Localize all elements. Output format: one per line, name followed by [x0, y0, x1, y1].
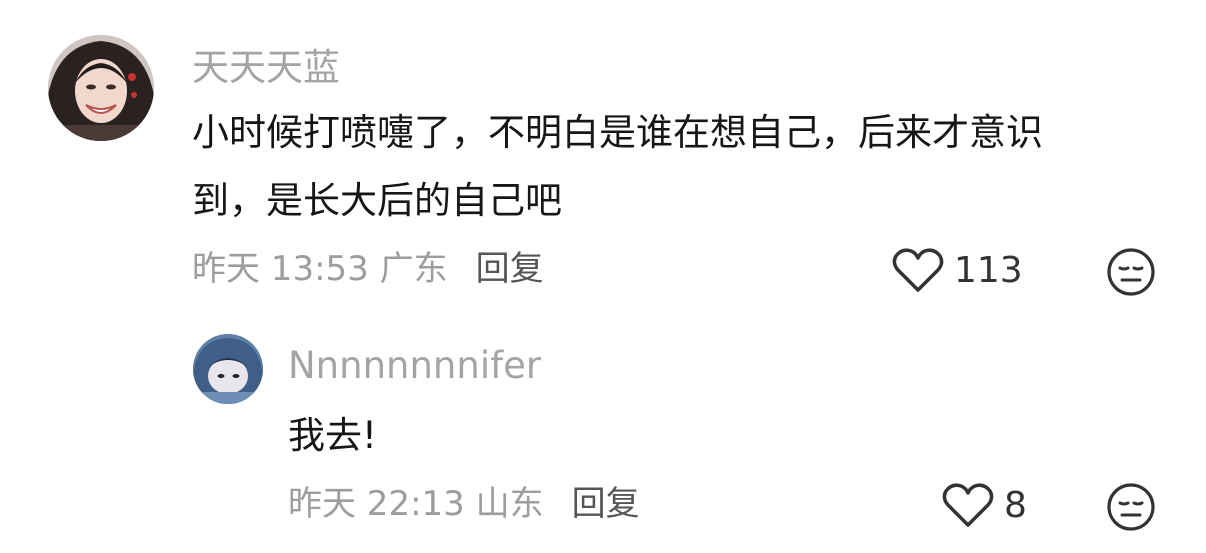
neutral-face-icon — [1107, 248, 1155, 296]
reply-button[interactable]: 回复 — [572, 484, 640, 524]
avatar-photo-icon — [193, 334, 263, 404]
comment-text-line-2: 到，是长大后的自己吧 — [192, 179, 562, 222]
like-count: 8 — [1004, 484, 1027, 526]
reply-text: 我去! — [288, 414, 377, 457]
like-button[interactable]: 8 — [942, 481, 1027, 529]
avatar-photo-icon — [48, 35, 154, 141]
comment-timestamp-location: 昨天 13:53 广东 — [192, 249, 448, 289]
dislike-button[interactable] — [1106, 247, 1156, 297]
reply-username[interactable]: Nnnnnnnnifer — [288, 344, 541, 388]
reply-meta: 昨天 22:13 山东 回复 — [288, 483, 640, 525]
comment-username[interactable]: 天天天蓝 — [192, 46, 340, 90]
comment-meta: 昨天 13:53 广东 回复 — [192, 248, 544, 290]
like-count: 113 — [954, 249, 1023, 291]
heart-outline-icon — [892, 248, 944, 292]
comment-text-line-1: 小时候打喷嚏了，不明白是谁在想自己，后来才意识 — [192, 111, 1043, 154]
dislike-button[interactable] — [1106, 482, 1156, 532]
avatar[interactable] — [193, 334, 263, 404]
reply-timestamp-location: 昨天 22:13 山东 — [288, 484, 544, 524]
neutral-face-icon — [1107, 483, 1155, 531]
reply-button[interactable]: 回复 — [476, 249, 544, 289]
like-button[interactable]: 113 — [892, 246, 1023, 294]
avatar[interactable] — [48, 35, 154, 141]
heart-outline-icon — [942, 483, 994, 527]
